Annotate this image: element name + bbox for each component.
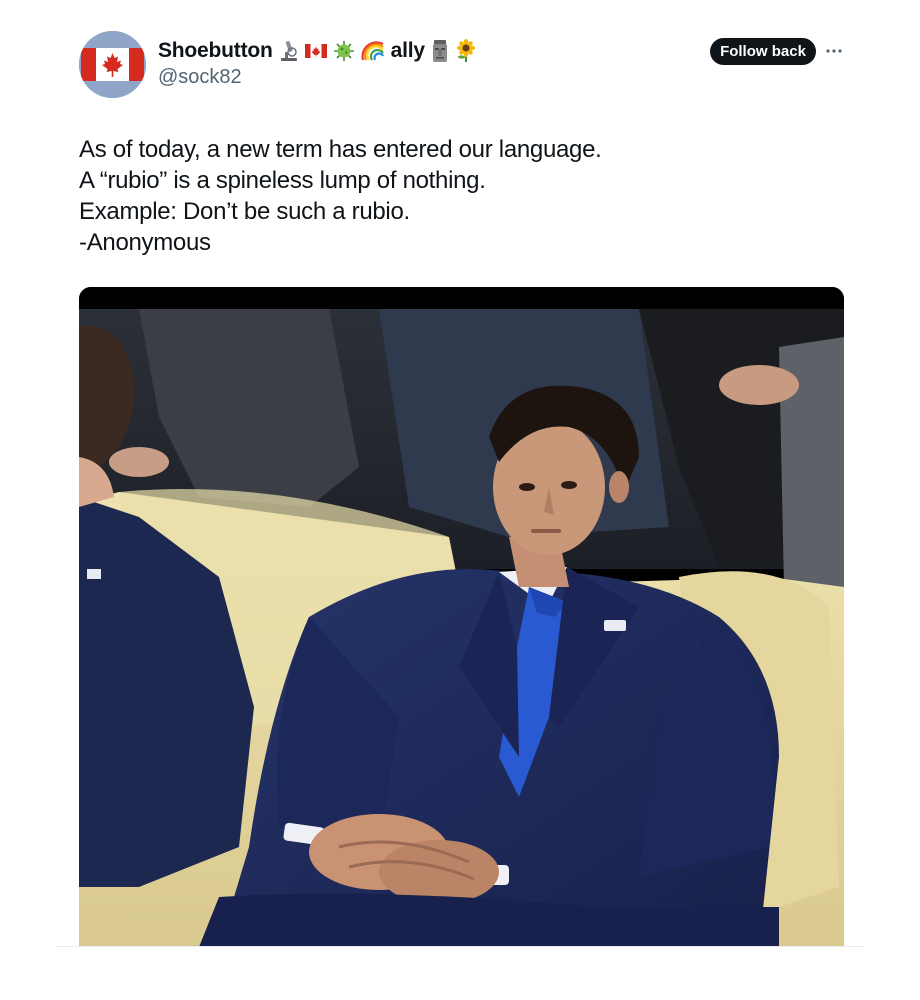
sunflower-emoji-icon [455, 39, 477, 63]
post-photo[interactable] [79, 287, 844, 947]
author-name-suffix: ally [390, 39, 425, 62]
canada-flag-emoji-icon [304, 44, 327, 58]
post-text-line: As of today, a new term has entered our … [79, 136, 602, 163]
post-text-line: A “rubio” is a spineless lump of nothing… [79, 167, 486, 194]
canada-flag-avatar-icon [79, 31, 146, 98]
post-text-line: -Anonymous [79, 229, 211, 256]
post-divider [56, 946, 864, 947]
post: Shoebutton ally @sock82 Follow back As o… [0, 0, 920, 1000]
moai-emoji-icon [431, 39, 449, 63]
author-display-name[interactable]: Shoebutton [158, 39, 273, 63]
follow-back-button[interactable]: Follow back [710, 38, 816, 65]
author-handle[interactable]: @sock82 [158, 66, 242, 89]
post-text-line: Example: Don’t be such a rubio. [79, 198, 410, 225]
more-options-icon[interactable] [822, 40, 846, 62]
microscope-emoji-icon [279, 40, 299, 62]
avatar[interactable] [79, 31, 146, 98]
post-text: As of today, a new term has entered our … [79, 134, 839, 258]
rainbow-emoji-icon [361, 41, 385, 61]
virus-emoji-icon [333, 40, 355, 62]
seated-man-photo-image [79, 287, 844, 947]
author-name-row[interactable]: Shoebutton ally [158, 37, 477, 65]
